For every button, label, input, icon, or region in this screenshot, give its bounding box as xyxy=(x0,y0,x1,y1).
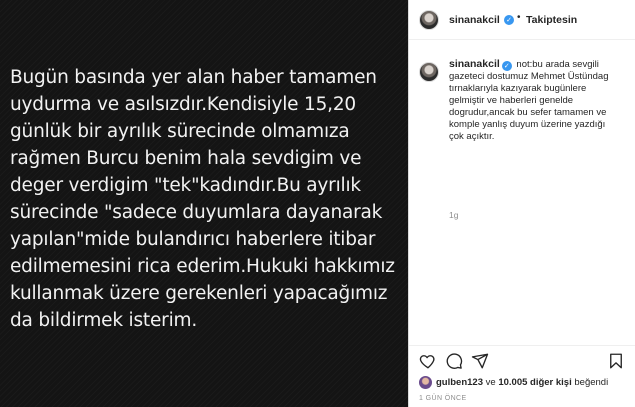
caption-line: not:bu arada sevgili xyxy=(516,59,599,70)
separator-dot: • xyxy=(517,12,521,23)
post-statement-text: Bugün basında yer alan haber tamamen uyd… xyxy=(10,64,408,334)
statement-line: deger verdigim "tek"kadındır.Bu ayrılık xyxy=(10,175,361,196)
statement-line: kullanmak üzere gerekenleri yapacağımız xyxy=(10,283,388,304)
verified-badge-icon: ✓ xyxy=(501,61,512,71)
profile-avatar[interactable] xyxy=(419,10,439,30)
caption-line: çok açıktır. xyxy=(449,131,495,142)
liker-avatar[interactable] xyxy=(419,376,432,389)
likes-text: gulben123 ve 10.005 diğer kişi beğendi xyxy=(436,377,608,388)
statement-line: günlük bir ayrılık sürecinde olmamıza xyxy=(10,121,350,142)
caption-line: gelmiştir ve haberleri genelde xyxy=(449,95,574,106)
caption-line: dogrudur,ancak bu sefer tamamen ve xyxy=(449,107,607,118)
bookmark-icon[interactable] xyxy=(607,352,625,370)
caption-avatar[interactable] xyxy=(419,62,439,82)
post-header: sinanakcil ✓ • Takiptesin xyxy=(409,0,635,40)
header-username[interactable]: sinanakcil xyxy=(449,14,500,26)
likes-connector: ve xyxy=(485,377,496,388)
likes-count[interactable]: 10.005 diğer kişi xyxy=(498,377,571,388)
likes-summary: gulben123 ve 10.005 diğer kişi beğendi xyxy=(419,376,634,390)
statement-line: sürecinde "sadece duyumlara dayanarak xyxy=(10,202,383,223)
share-icon[interactable] xyxy=(471,352,489,370)
caption-username[interactable]: sinanakcil xyxy=(449,58,500,70)
verified-badge-icon: ✓ xyxy=(504,15,514,25)
comment-icon[interactable] xyxy=(445,352,463,370)
caption-line: tırnaklarıyla kazıyarak bugünlere xyxy=(449,83,587,94)
likes-suffix: beğendi xyxy=(574,377,609,388)
caption-line: gazeteci dostumuz Mehmet Üstündag xyxy=(449,71,609,82)
caption-text: sinanakcil ✓ not:bu arada sevgili gazetec… xyxy=(449,58,627,143)
heart-icon[interactable] xyxy=(419,352,437,370)
caption-line: komple yanlış duyum üzerine yazdığı xyxy=(449,119,606,130)
post-side-panel: sinanakcil ✓ • Takiptesin sinanakcil ✓ no… xyxy=(408,0,635,407)
statement-line: edilmemesini rica ederim.Hukuki hakkımız xyxy=(10,256,395,277)
post-action-bar xyxy=(409,345,635,371)
statement-line: yapılan"mide bulandırıcı haberlere itiba… xyxy=(10,229,376,250)
following-status-button[interactable]: Takiptesin xyxy=(526,14,577,26)
post-date[interactable]: 1 GÜN ÖNCE xyxy=(419,395,467,402)
statement-line: da bildirmek isterim. xyxy=(10,310,198,331)
liker-username[interactable]: gulben123 xyxy=(436,377,483,388)
post-image: Bugün basında yer alan haber tamamen uyd… xyxy=(0,0,408,407)
caption-timestamp[interactable]: 1g xyxy=(449,210,458,220)
statement-line: rağmen Burcu benim hala sevdigim ve xyxy=(10,148,362,169)
statement-line: Bugün basında yer alan haber tamamen xyxy=(10,67,377,88)
statement-line: uydurma ve asılsızdır.Kendisiyle 15,20 xyxy=(10,94,356,115)
